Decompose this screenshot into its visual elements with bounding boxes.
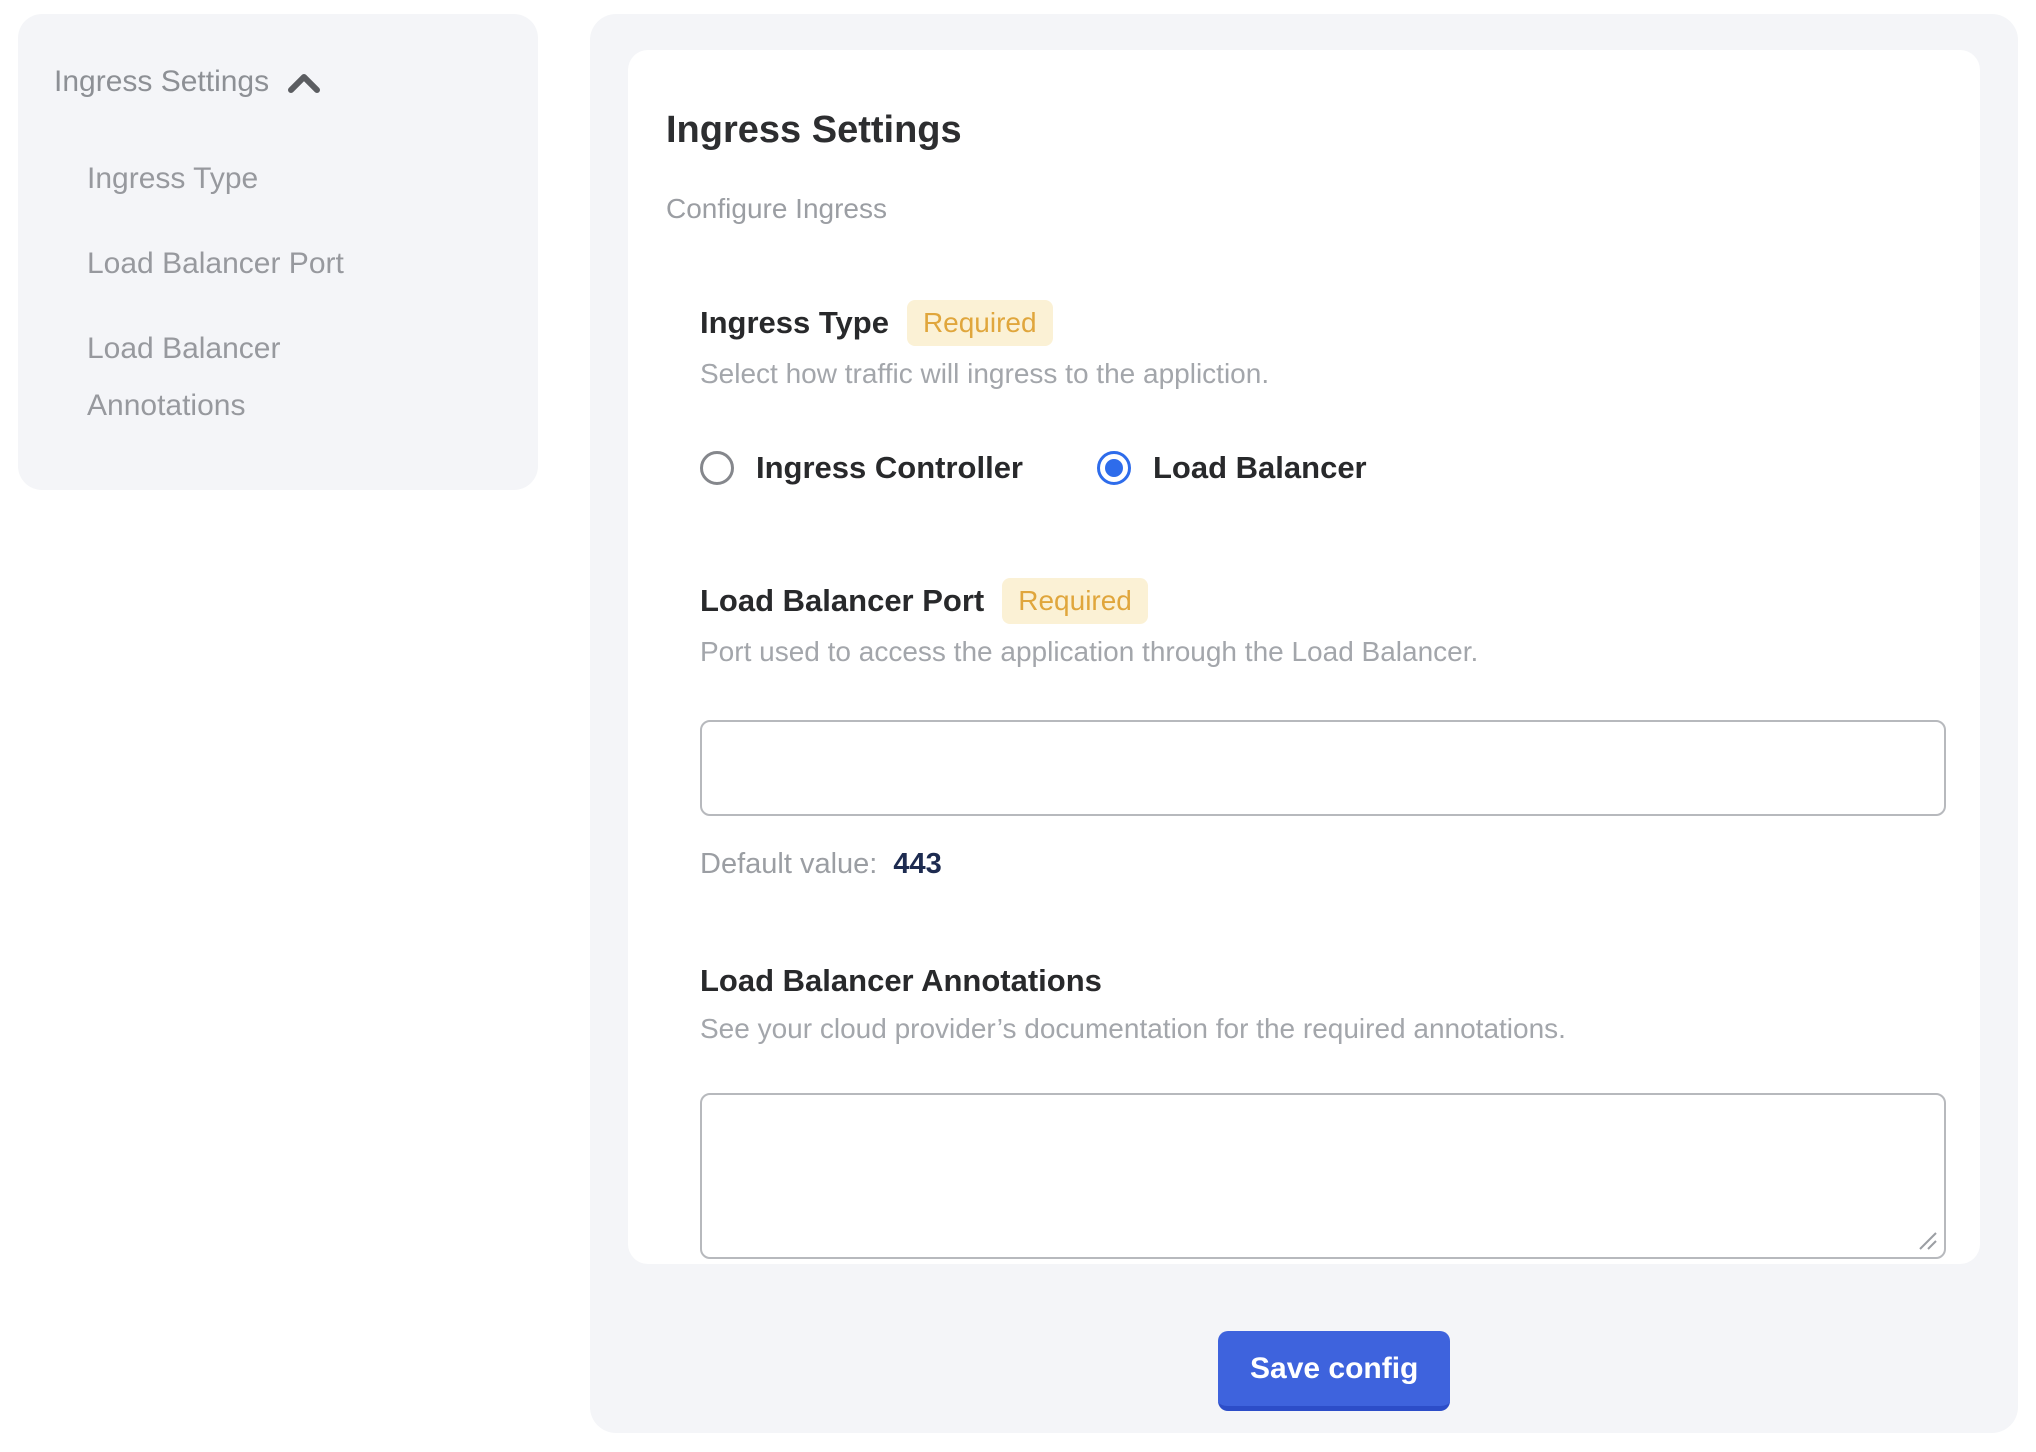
radio-load-balancer-label: Load Balancer — [1153, 450, 1367, 486]
default-value-line: Default value: 443 — [700, 848, 1946, 881]
save-config-button[interactable]: Save config — [1218, 1331, 1450, 1411]
section-ingress-type: Ingress Type Required Select how traffic… — [700, 300, 1946, 486]
sidebar-item-ingress-type[interactable]: Ingress Type — [87, 150, 417, 207]
page-title: Ingress Settings — [666, 108, 1946, 152]
required-badge: Required — [907, 300, 1053, 346]
ingress-type-radio-group: Ingress Controller Load Balancer — [700, 450, 1946, 486]
sidebar-item-load-balancer-port[interactable]: Load Balancer Port — [87, 235, 417, 292]
load-balancer-annotations-textarea[interactable] — [700, 1093, 1946, 1259]
sidebar-nav: Ingress Type Load Balancer Port Load Bal… — [87, 150, 508, 434]
settings-card: Ingress Settings Configure Ingress Ingre… — [628, 50, 1980, 1264]
load-balancer-port-input[interactable] — [700, 720, 1946, 816]
load-balancer-annotations-description: See your cloud provider’s documentation … — [700, 1011, 1946, 1047]
resize-handle-icon[interactable] — [1915, 1228, 1939, 1252]
ingress-type-description: Select how traffic will ingress to the a… — [700, 356, 1946, 392]
radio-ingress-controller-label: Ingress Controller — [756, 450, 1023, 486]
page-subtitle: Configure Ingress — [666, 192, 1946, 226]
sidebar: Ingress Settings Ingress Type Load Balan… — [18, 14, 538, 490]
radio-icon[interactable] — [1097, 451, 1131, 485]
default-value: 443 — [893, 848, 941, 880]
radio-load-balancer[interactable]: Load Balancer — [1097, 450, 1367, 486]
section-load-balancer-annotations: Load Balancer Annotations See your cloud… — [700, 961, 1946, 1259]
radio-ingress-controller[interactable]: Ingress Controller — [700, 450, 1023, 486]
ingress-type-label: Ingress Type — [700, 303, 889, 343]
load-balancer-port-description: Port used to access the application thro… — [700, 634, 1946, 670]
sidebar-group-ingress-settings[interactable]: Ingress Settings — [54, 64, 508, 100]
load-balancer-annotations-label: Load Balancer Annotations — [700, 961, 1102, 1001]
sidebar-group-label: Ingress Settings — [54, 64, 269, 100]
sidebar-item-load-balancer-annotations[interactable]: Load Balancer Annotations — [87, 320, 417, 434]
settings-panel: Ingress Settings Configure Ingress Ingre… — [590, 14, 2018, 1433]
load-balancer-port-label: Load Balancer Port — [700, 581, 984, 621]
radio-icon[interactable] — [700, 451, 734, 485]
required-badge: Required — [1002, 578, 1148, 624]
chevron-up-icon[interactable] — [287, 72, 321, 94]
default-value-label: Default value: — [700, 848, 877, 880]
section-load-balancer-port: Load Balancer Port Required Port used to… — [700, 578, 1946, 881]
